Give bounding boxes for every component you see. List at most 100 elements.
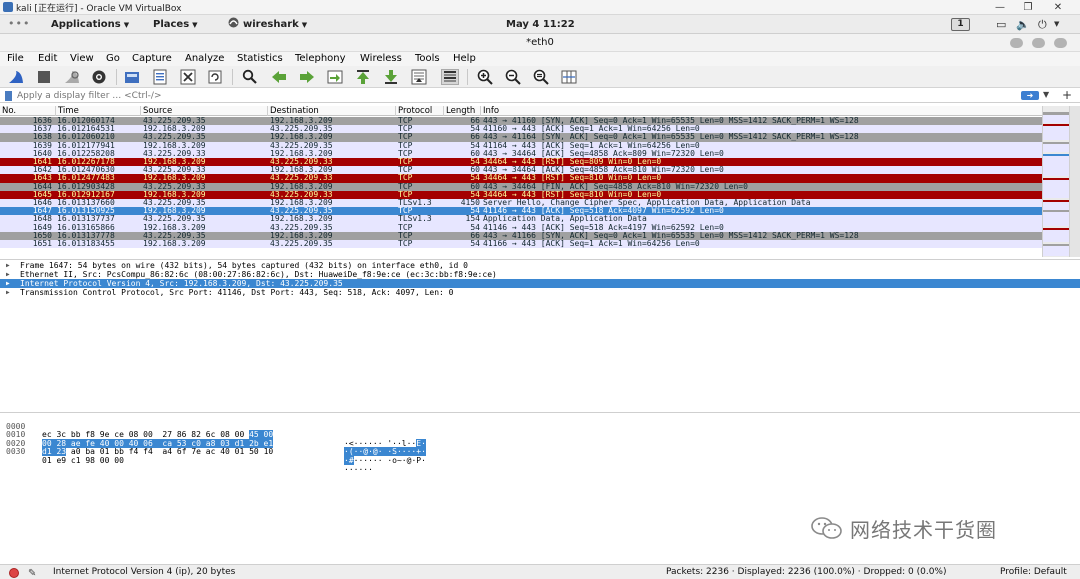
volume-icon[interactable]: 🔈 — [1016, 17, 1030, 32]
autoscroll-icon[interactable] — [410, 69, 428, 85]
activities-dots[interactable]: ••• — [8, 15, 30, 32]
capture-options-icon[interactable] — [90, 69, 108, 85]
apply-filter-arrow-icon[interactable]: ➜ — [1021, 91, 1039, 100]
zoom-out-icon[interactable] — [504, 69, 522, 85]
detail-row-ipv4-selected[interactable]: ▶ Internet Protocol Version 4, Src: 192.1… — [0, 279, 1080, 288]
packet-row[interactable]: 1640 16.012258208 43.225.209.33 192.168.3.2… — [0, 149, 1042, 158]
pkt-time: 16.013165866 — [57, 223, 115, 232]
go-forward-icon[interactable] — [298, 69, 316, 85]
power-icon[interactable]: ⏻ — [1038, 17, 1047, 32]
find-packet-icon[interactable] — [241, 69, 259, 85]
packet-row[interactable]: 1649 16.013165866 192.168.3.209 43.225.209.… — [0, 223, 1042, 232]
expand-triangle-icon[interactable]: ▶ — [6, 270, 10, 279]
menu-analyze[interactable]: Analyze — [185, 52, 224, 66]
col-time[interactable]: Time — [55, 106, 79, 116]
detail-row-tcp[interactable]: ▶ Transmission Control Protocol, Src Port… — [0, 288, 1080, 297]
packet-row[interactable]: 1643 16.012477483 192.168.3.209 43.225.209.… — [0, 174, 1042, 183]
packet-row[interactable]: 1650 16.013137778 43.225.209.35 192.168.3.2… — [0, 231, 1042, 240]
save-file-icon[interactable] — [151, 69, 169, 85]
places-menu[interactable]: Places ▼ — [153, 15, 198, 34]
bookmark-icon[interactable] — [5, 91, 12, 101]
packet-row[interactable]: 1639 16.012177941 192.168.3.209 43.225.209.… — [0, 141, 1042, 150]
add-filter-button-icon[interactable]: + — [1062, 89, 1072, 102]
menu-wireless[interactable]: Wireless — [360, 52, 402, 66]
packet-row[interactable]: 1644 16.012903428 43.225.209.33 192.168.3.2… — [0, 182, 1042, 191]
reload-icon[interactable] — [206, 69, 224, 85]
col-length[interactable]: Length — [443, 106, 475, 116]
packet-minimap[interactable] — [1042, 106, 1080, 257]
expert-info-icon[interactable] — [9, 568, 19, 578]
menu-help[interactable]: Help — [453, 52, 476, 66]
minimize-icon[interactable]: — — [986, 0, 1014, 15]
zoom-in-icon[interactable] — [476, 69, 494, 85]
zoom-normal-icon[interactable] — [532, 69, 550, 85]
resize-columns-icon[interactable] — [560, 69, 578, 85]
pkt-protocol: TLSv1.3 — [398, 199, 432, 207]
maximize-button[interactable] — [1032, 38, 1045, 48]
packet-row[interactable]: 1637 16.012164531 192.168.3.209 43.225.209.… — [0, 125, 1042, 134]
capture-comment-icon[interactable]: ✎ — [28, 566, 36, 579]
stop-capture-icon[interactable] — [35, 69, 53, 85]
close-file-icon[interactable] — [179, 69, 197, 85]
col-info[interactable]: Info — [480, 106, 499, 116]
packet-row[interactable]: 1638 16.012060210 43.225.209.35 192.168.3.2… — [0, 133, 1042, 142]
menu-telephony[interactable]: Telephony — [295, 52, 346, 66]
minimap-mark — [1043, 230, 1069, 242]
packet-list[interactable]: No. Time Source Destination Protocol Len… — [0, 106, 1042, 257]
clock[interactable]: May 4 11:22 — [506, 15, 575, 34]
menu-tools[interactable]: Tools — [415, 52, 440, 66]
pkt-info: 41166 → 443 [ACK] Seq=1 Ack=1 Win=64256 … — [483, 240, 700, 248]
colorize-icon[interactable] — [441, 69, 459, 85]
packet-row[interactable]: 1651 16.013183455 192.168.3.209 43.225.209.… — [0, 240, 1042, 249]
go-to-packet-icon[interactable] — [326, 69, 344, 85]
display-icon[interactable]: ▭ — [996, 17, 1006, 32]
pkt-no: 1647 — [32, 207, 52, 216]
start-capture-icon[interactable] — [7, 69, 25, 85]
packet-details[interactable]: ▶ Frame 1647: 54 bytes on wire (432 bits)… — [0, 259, 1080, 410]
packet-row-selected[interactable]: 1647 16.013150925 192.168.3.209 43.225.209.… — [0, 207, 1042, 216]
app-menu[interactable]: wireshark ▼ — [228, 15, 307, 34]
expand-triangle-icon[interactable]: ▶ — [6, 279, 10, 288]
menu-file[interactable]: File — [7, 52, 24, 66]
pkt-protocol: TCP — [398, 166, 413, 175]
detail-row-frame[interactable]: ▶ Frame 1647: 54 bytes on wire (432 bits)… — [0, 261, 1080, 270]
col-source[interactable]: Source — [140, 106, 172, 116]
packet-row[interactable]: 1636 16.012060174 43.225.209.35 192.168.3.2… — [0, 117, 1042, 126]
col-no[interactable]: No. — [0, 106, 16, 116]
status-profile[interactable]: Profile: Default — [1000, 565, 1067, 579]
packet-row[interactable]: 1645 16.012912167 192.168.3.209 43.225.209.… — [0, 190, 1042, 199]
minimize-button[interactable] — [1010, 38, 1023, 48]
pkt-no: 1639 — [32, 141, 52, 150]
first-packet-icon[interactable] — [354, 69, 372, 85]
menu-edit[interactable]: Edit — [38, 52, 57, 66]
workspace-indicator[interactable]: 1 — [951, 18, 970, 31]
packet-row[interactable]: 1641 16.012267178 192.168.3.209 43.225.209.… — [0, 158, 1042, 167]
close-icon[interactable]: ✕ — [1044, 0, 1072, 15]
restart-capture-icon[interactable] — [63, 69, 81, 85]
detail-row-ethernet[interactable]: ▶ Ethernet II, Src: PcsCompu_86:82:6c (08… — [0, 270, 1080, 279]
menu-capture[interactable]: Capture — [132, 52, 172, 66]
display-filter-input[interactable] — [17, 89, 1017, 103]
menu-view[interactable]: View — [70, 52, 94, 66]
packet-row[interactable]: 1648 16.013137737 43.225.209.35 192.168.3.2… — [0, 215, 1042, 224]
restore-icon[interactable]: ❐ — [1014, 0, 1042, 15]
menu-statistics[interactable]: Statistics — [237, 52, 283, 66]
menu-go[interactable]: Go — [106, 52, 120, 66]
expand-triangle-icon[interactable]: ▶ — [6, 288, 10, 297]
go-back-icon[interactable] — [270, 69, 288, 85]
packet-row[interactable]: 1646 16.013137660 43.225.209.35 192.168.3.2… — [0, 199, 1042, 208]
col-protocol[interactable]: Protocol — [395, 106, 432, 116]
bytes-ascii[interactable]: ······ — [344, 465, 373, 475]
filter-history-chevron-icon[interactable]: ▼ — [1043, 90, 1049, 99]
wireshark-app-icon — [228, 17, 239, 28]
bytes-hex[interactable]: 01 e9 c1 98 00 00 — [42, 456, 124, 466]
system-menu-chevron-icon[interactable]: ▼ — [1054, 17, 1059, 32]
close-button[interactable] — [1054, 38, 1067, 48]
open-file-icon[interactable] — [123, 69, 141, 85]
col-destination[interactable]: Destination — [267, 106, 319, 116]
applications-menu[interactable]: Applications ▼ — [51, 15, 129, 34]
last-packet-icon[interactable] — [382, 69, 400, 85]
packet-list-scrollbar[interactable] — [1069, 106, 1080, 257]
packet-row[interactable]: 1642 16.012470630 43.225.209.33 192.168.3.2… — [0, 166, 1042, 175]
expand-triangle-icon[interactable]: ▶ — [6, 261, 10, 270]
